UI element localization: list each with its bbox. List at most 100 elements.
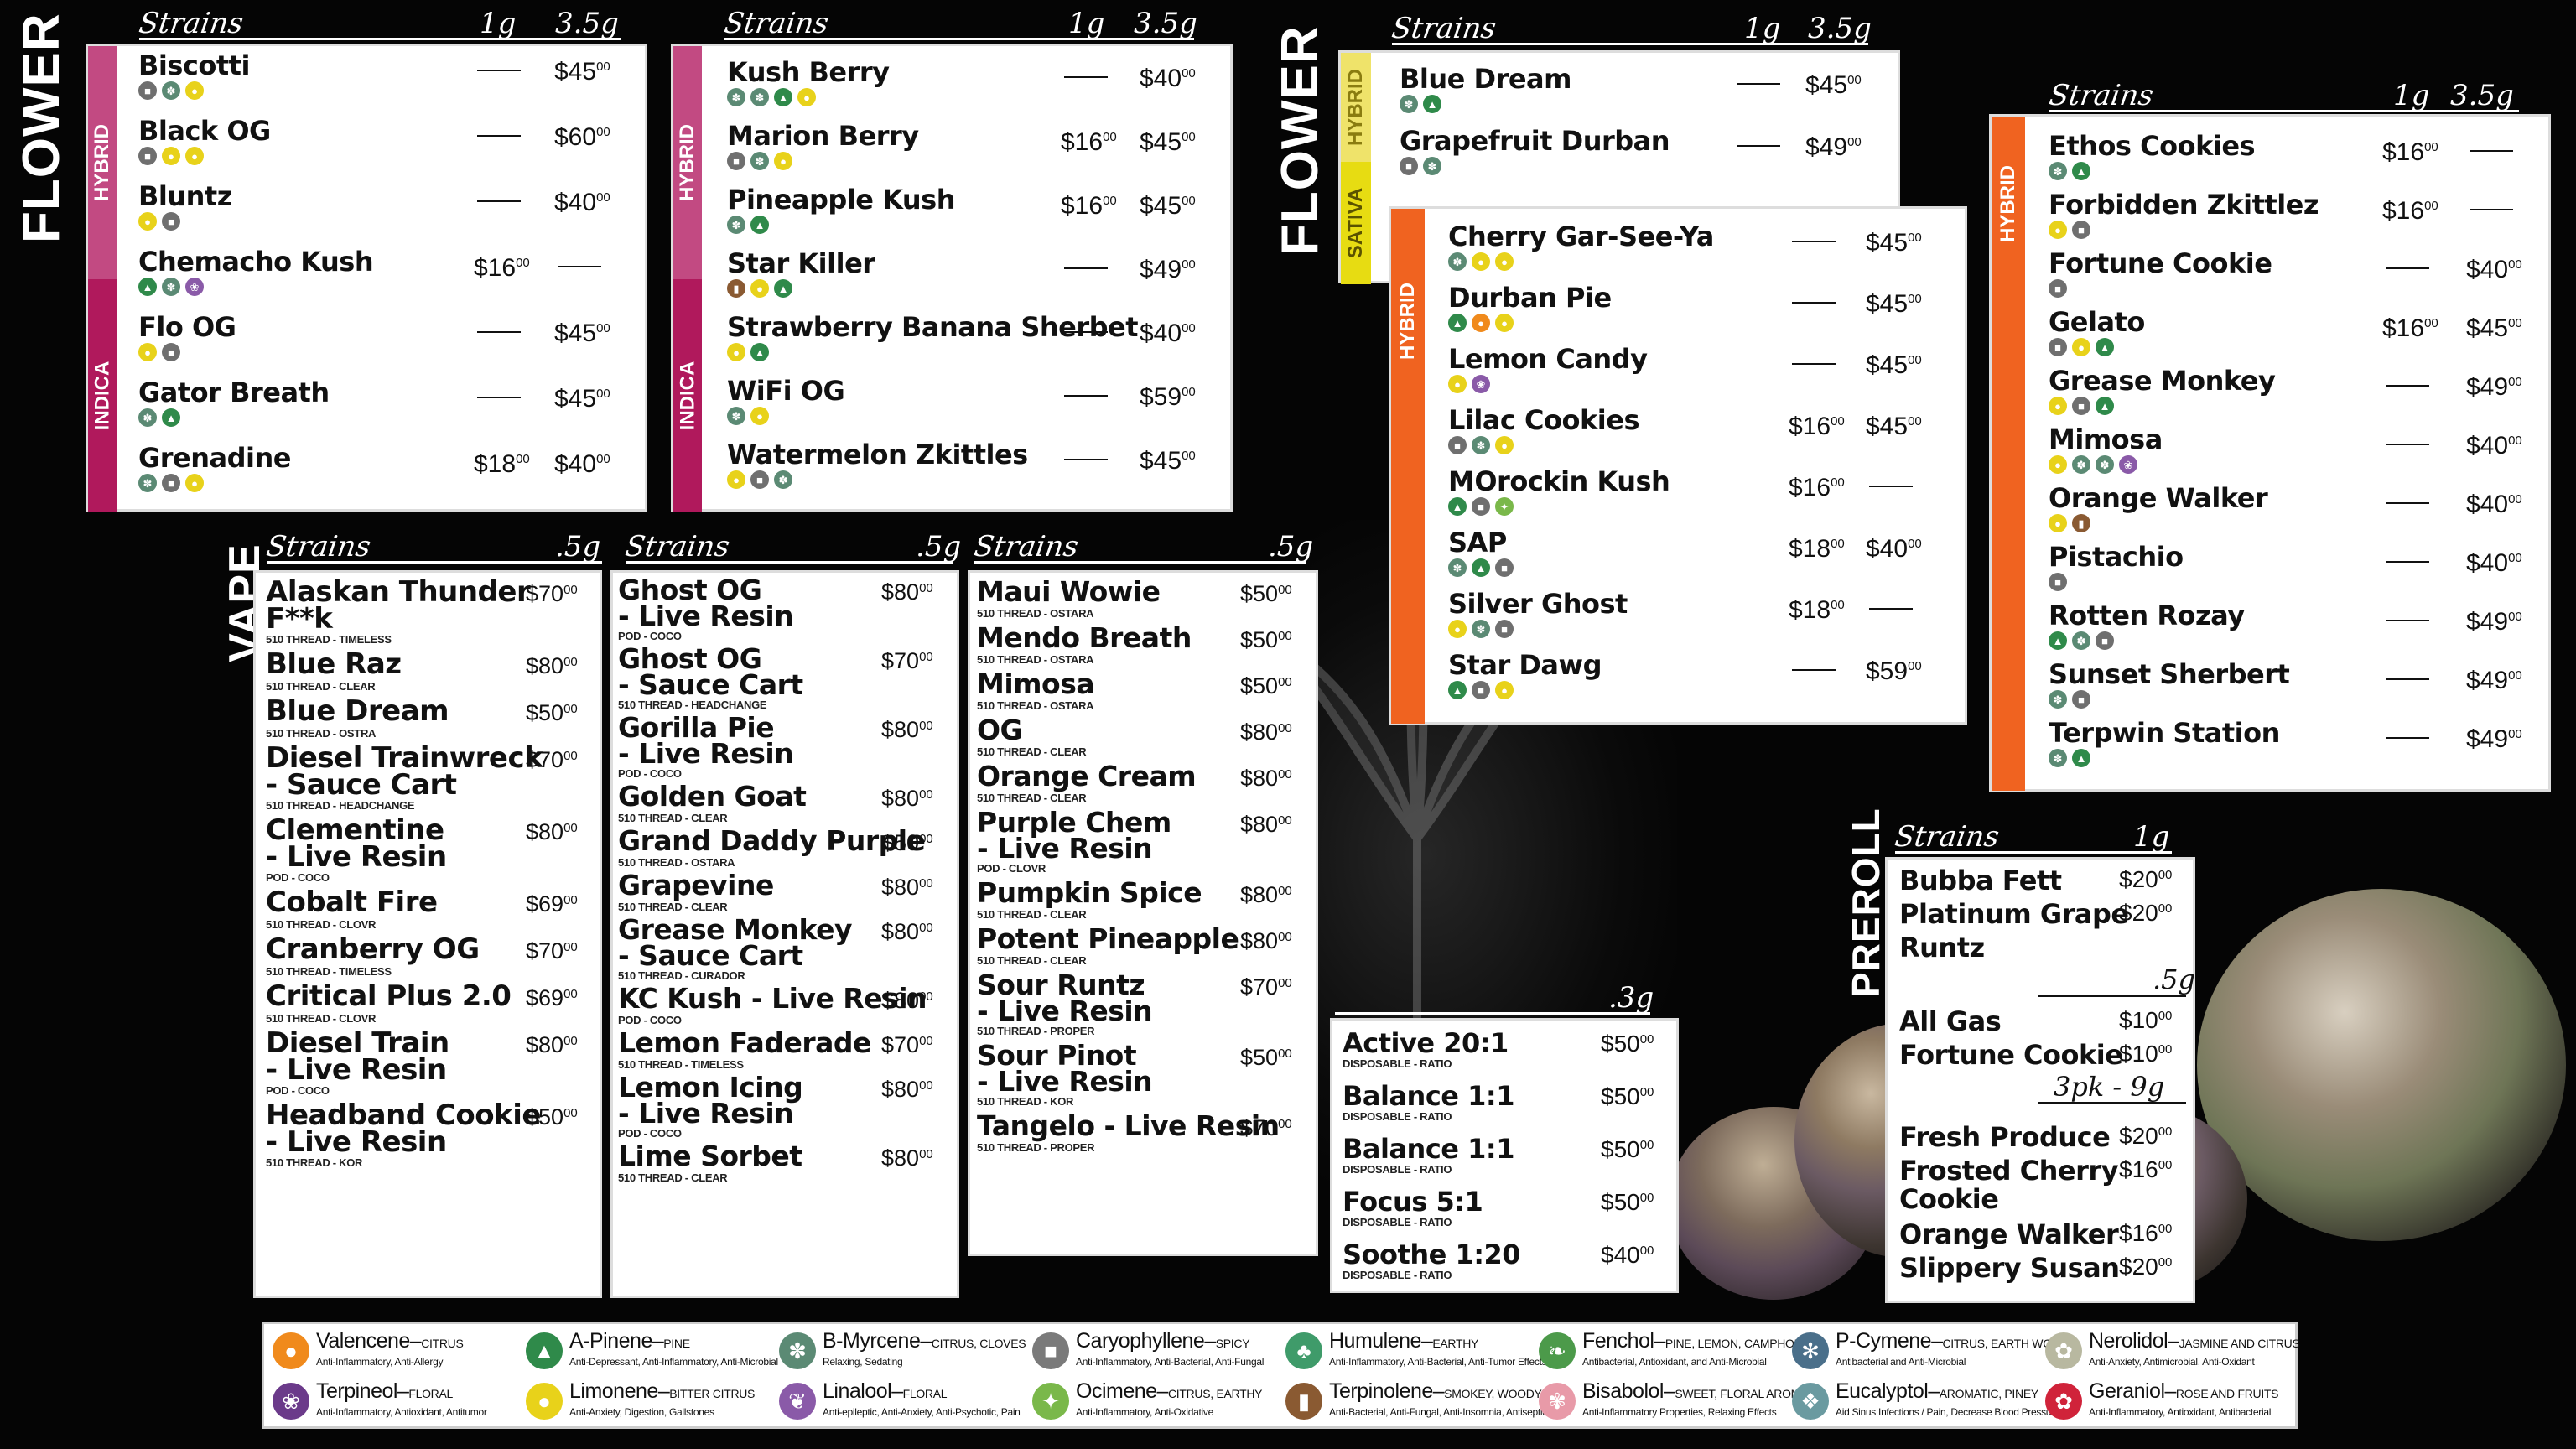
strain-row[interactable]: MOrockin Kush ▲ ■ ✦ $1600	[1391, 467, 1965, 528]
terpene-aroma: EARTHY	[1432, 1337, 1479, 1350]
terpene-label: Linalool	[823, 1379, 892, 1403]
price-value: $49	[2466, 667, 2509, 694]
price: $1600	[2382, 138, 2438, 167]
strain-row[interactable]: Fortune Cookie ■ $4000	[1992, 249, 2548, 308]
price-value: $40	[554, 450, 597, 478]
strain-row[interactable]: Silver Ghost ● ✽ ■ $1800	[1391, 589, 1965, 651]
strain-row[interactable]: Star Killer ▮ ● ▲ $4900	[673, 249, 1230, 313]
price-cents: 00	[919, 787, 933, 802]
strain-row[interactable]: Black OG ■ ● ● $6000	[88, 117, 645, 182]
vape-subtitle: 510 THREAD - OSTARA	[977, 607, 1094, 620]
terpene-icons: ✽ ▲	[2049, 162, 2090, 180]
strain-row[interactable]: Grapefruit Durban ■ ✽ $4900	[1341, 127, 1898, 189]
price: $1600	[2382, 314, 2438, 343]
no-price-dash	[1792, 302, 1836, 304]
strain-row[interactable]: Sunset Sherbert ✽ ■ $4900	[1992, 660, 2548, 719]
vape-name: Cobalt Fire	[266, 886, 438, 919]
strain-row[interactable]: Blue Dream ✽ ▲ $4500	[1341, 65, 1898, 127]
price: $7000	[526, 938, 578, 964]
strain-row[interactable]: Pistachio ■ $4000	[1992, 543, 2548, 601]
price-cents: 00	[1908, 231, 1922, 245]
strain-name: Chemacho Kush	[138, 246, 374, 278]
terpene-name: B-Myrcene–CITRUS, CLOVES	[823, 1329, 1026, 1353]
strain-row[interactable]: SAP ✽ ▲ ■ $1800 $4000	[1391, 528, 1965, 589]
terpene-icons: ✽ ■	[2049, 690, 2090, 709]
eucalyptus-icon: ❖	[1792, 1383, 1829, 1420]
strain-row[interactable]: Lilac Cookies ■ ✽ ● $1600 $4500	[1391, 406, 1965, 467]
strain-row[interactable]: Gelato ■ ● ▲ $1600 $4500	[1992, 308, 2548, 366]
terpene-description: Antibacterial and Anti-Microbial	[1836, 1356, 1966, 1368]
caryophyllene-icon: ■	[138, 81, 157, 100]
price-value: $40	[1601, 1242, 1640, 1268]
price: $4500	[1140, 192, 1196, 221]
strain-row[interactable]: WiFi OG ✽ ● $5900	[673, 377, 1230, 440]
price-value: $16	[2382, 314, 2425, 342]
myrcene-icon: ✽	[1448, 558, 1467, 577]
strain-name: Orange Walker	[2049, 482, 2268, 514]
strain-row[interactable]: Rotten Rozay ▲ ✽ ■ $4900	[1992, 601, 2548, 660]
strain-row[interactable]: Cherry Gar-See-Ya ✽ ● ● $4500	[1391, 222, 1965, 283]
pinene-icon: ▲	[774, 279, 792, 298]
strain-row[interactable]: Watermelon Zkittles ● ■ ✽ $4500	[673, 440, 1230, 504]
price-value: $20	[2119, 1254, 2158, 1280]
price-cents: 00	[516, 452, 530, 466]
strain-row[interactable]: Biscotti ■ ✽ ● $4500	[88, 51, 645, 117]
myrcene-icon: ✽	[2049, 162, 2067, 180]
strain-name: Blue Dream	[1400, 63, 1571, 95]
valencene-icon: ●	[1472, 314, 1490, 332]
strain-row[interactable]: Strawberry Banana Sherbet ● ▲ $4000	[673, 313, 1230, 377]
flower-indica-hybrid-panel: HYBRID INDICA Kush Berry ✽ ✽ ▲ ● $4000 Marion …	[671, 44, 1233, 512]
caryophyllene-icon: ■	[162, 343, 180, 361]
vape-name: OG	[977, 714, 1023, 746]
price: $4000	[2466, 432, 2522, 460]
price-cents: 00	[1278, 721, 1292, 735]
legend-item: ✽ B-Myrcene–CITRUS, CLOVES Relaxing, Sedat…	[774, 1327, 1046, 1376]
terpene-aroma: PINE, LEMON, CAMPHOR	[1665, 1337, 1803, 1350]
strain-row[interactable]: Mimosa ● ✽ ✽ ❀ $4000	[1992, 425, 2548, 484]
legend-item: ✾ Bisabolol–SWEET, FLORAL AROMA Anti-Infla…	[1534, 1378, 1808, 1426]
terpinolene-icon: ▮	[2072, 514, 2090, 532]
strain-row[interactable]: Marion Berry ■ ✽ ● $1600 $4500	[673, 122, 1230, 185]
price: $4000	[1140, 65, 1196, 93]
strain-row[interactable]: Flo OG ● ■ $4500	[88, 313, 645, 378]
strain-row[interactable]: Forbidden Zkittlez ● ■ $1600	[1992, 190, 2548, 249]
no-price-dash	[2386, 267, 2429, 269]
terpene-aroma: FLORAL	[408, 1387, 454, 1400]
strain-row[interactable]: Gator Breath ✽ ▲ $4500	[88, 378, 645, 444]
price: $7000	[526, 747, 578, 773]
strain-row[interactable]: Lemon Candy ● ❀ $4500	[1391, 345, 1965, 406]
strain-row[interactable]: Star Dawg ▲ ■ ● $5900	[1391, 651, 1965, 712]
strain-row[interactable]: Bluntz ● ■ $4000	[88, 182, 645, 247]
price: $5900	[1140, 383, 1196, 412]
price-cents: 00	[596, 125, 610, 139]
strain-row[interactable]: Orange Walker ● ▮ $4000	[1992, 484, 2548, 543]
strain-row[interactable]: Kush Berry ✽ ✽ ▲ ● $4000	[673, 58, 1230, 122]
separator: –	[1156, 1379, 1169, 1403]
price-value: $40	[1140, 65, 1182, 92]
price-cents: 00	[564, 583, 578, 597]
legend-item: ❖ Eucalyptol–AROMATIC, PINEY Aid Sinus Inf…	[1787, 1378, 2060, 1426]
strain-row[interactable]: Ethos Cookies ✽ ▲ $1600	[1992, 132, 2548, 190]
legend-item: ▲ A-Pinene–PINE Anti-Depressant, Anti-Infl…	[521, 1327, 793, 1376]
terpene-icons: ■ ● ▲	[2049, 338, 2114, 356]
strain-row[interactable]: Durban Pie ▲ ● ● $4500	[1391, 283, 1965, 345]
strain-row[interactable]: Grenadine ✽ ■ ● $1800 $4000	[88, 444, 645, 509]
terpene-aroma: SPICY	[1215, 1337, 1250, 1350]
strain-row[interactable]: Grease Monkey ● ■ ▲ $4900	[1992, 366, 2548, 425]
terpene-aroma: ROSE AND FRUITS	[2175, 1387, 2279, 1400]
vape-name: Blue Raz	[266, 647, 402, 681]
caryophyllene-icon: ■	[2049, 573, 2067, 591]
limonene-icon: ●	[2049, 397, 2067, 415]
price-value: $16	[2119, 1156, 2158, 1182]
strain-row[interactable]: Terpwin Station ✽ ▲ $4900	[1992, 719, 2548, 777]
price-cents: 00	[564, 821, 578, 835]
strain-row[interactable]: Pineapple Kush ✽ ▲ $1600 $4500	[673, 185, 1230, 249]
flower-indica-hybrid-panel: HYBRID INDICA Biscotti ■ ✽ ● $4500 Black OG ■ ●…	[86, 44, 647, 512]
caryophyllene-icon: ■	[2072, 397, 2090, 415]
strain-row[interactable]: Chemacho Kush ▲ ✽ ❀ $1600	[88, 247, 645, 313]
no-price-dash	[2386, 737, 2429, 739]
myrcene-icon: ✽	[162, 278, 180, 296]
price: $1800	[1789, 535, 1845, 564]
price-cents: 00	[2158, 1255, 2173, 1270]
price: $1000	[2119, 1007, 2172, 1034]
